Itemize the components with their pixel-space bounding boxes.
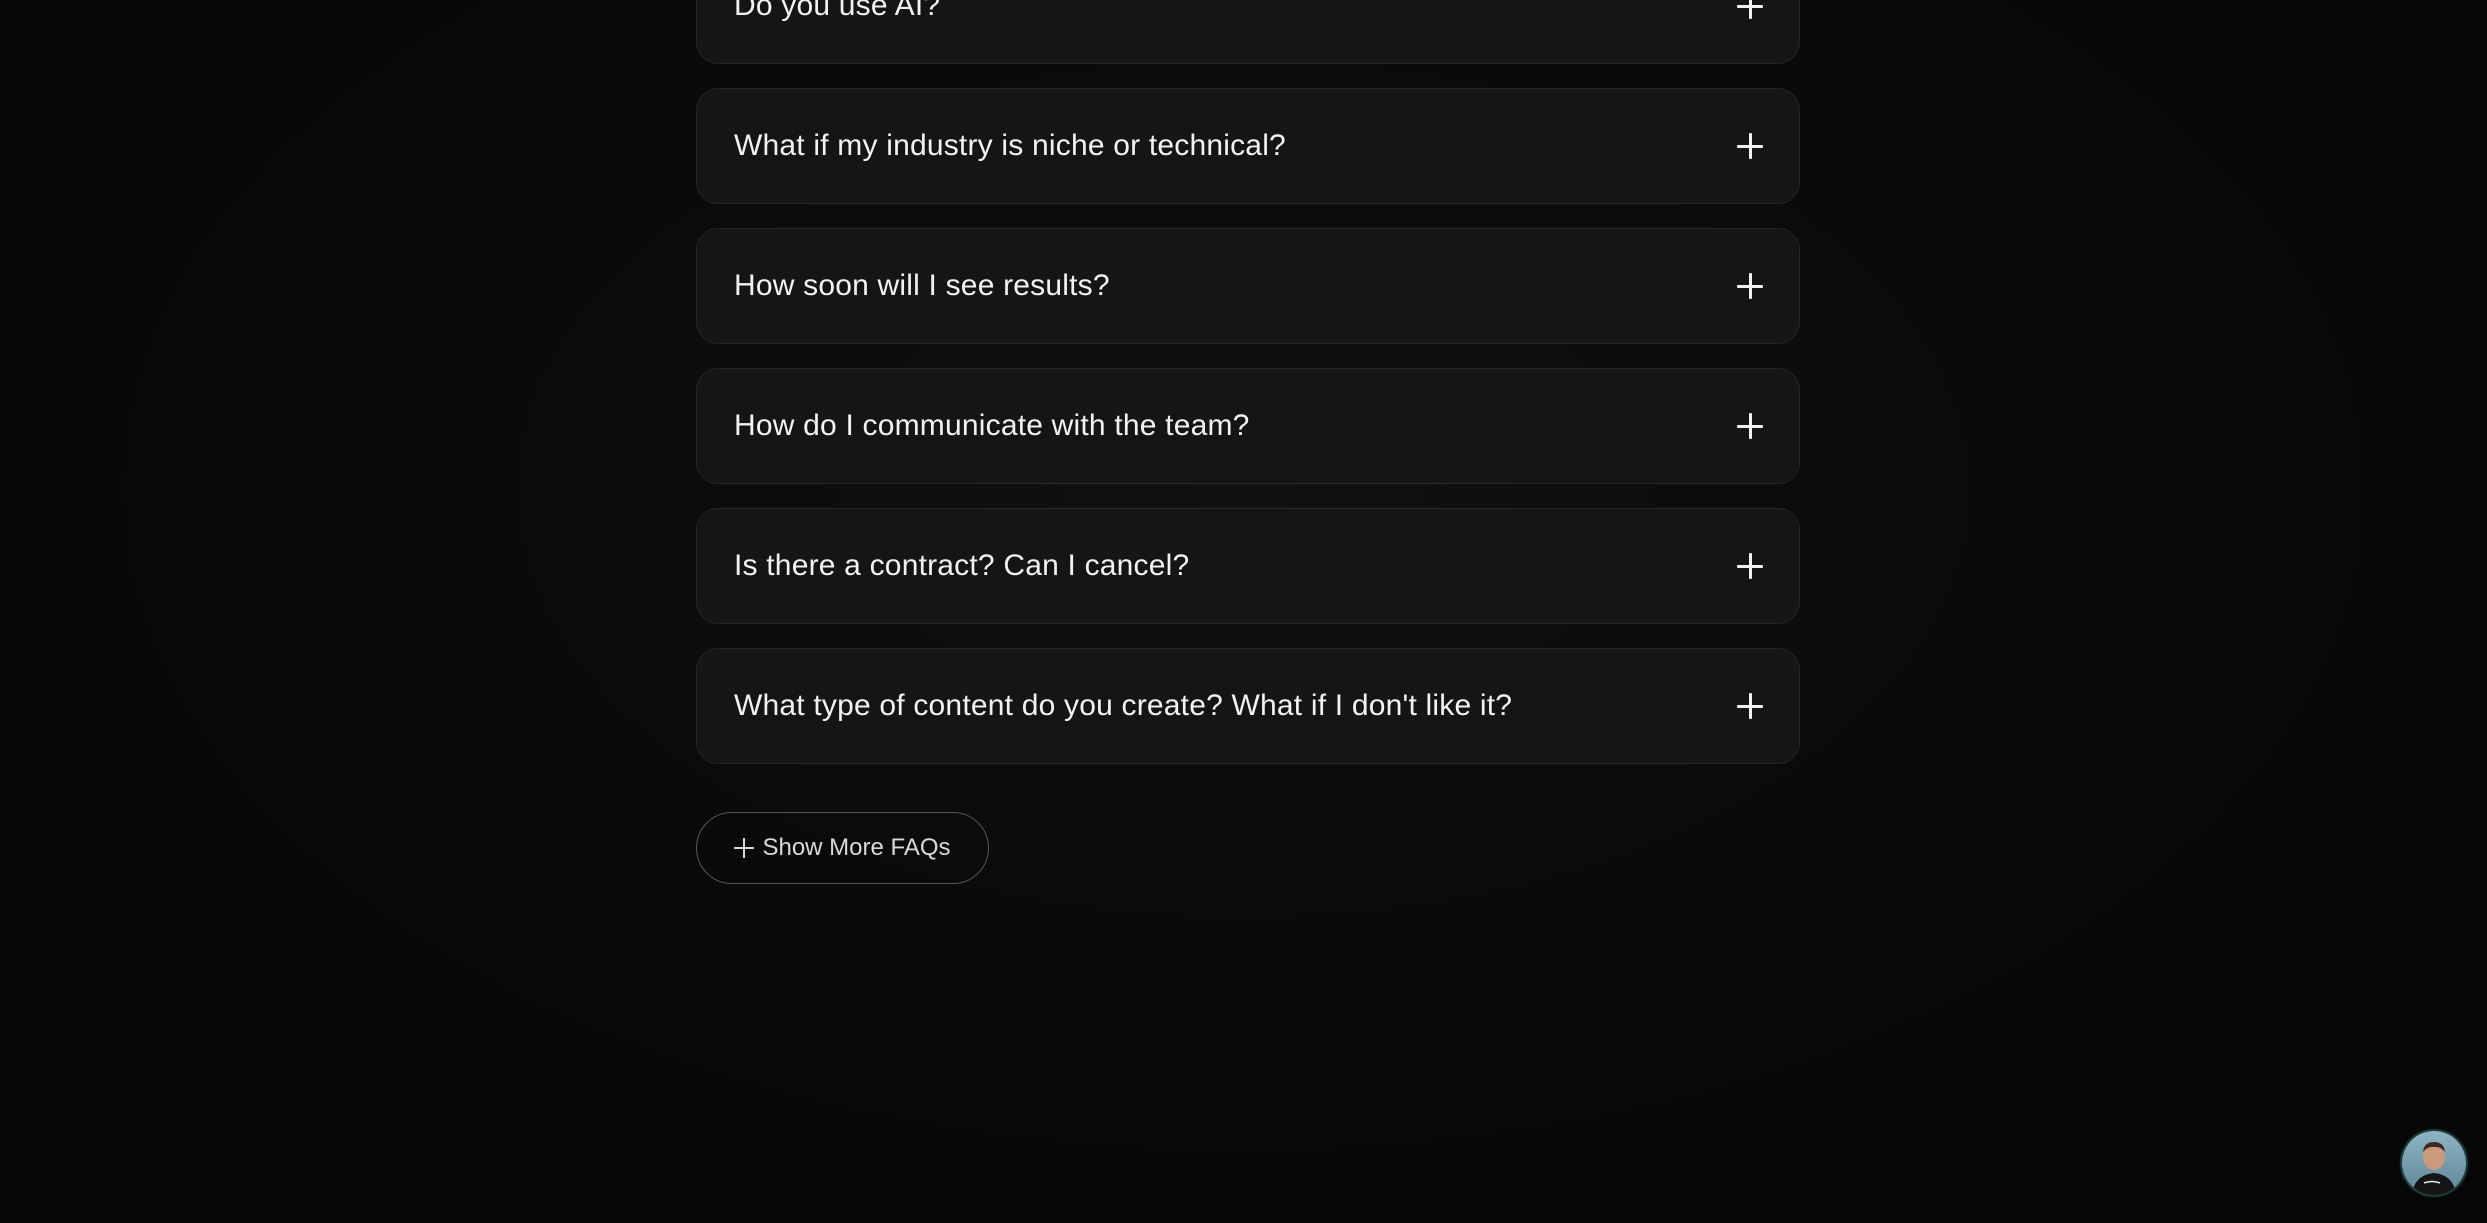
plus-icon[interactable] — [1737, 273, 1763, 299]
faq-question: How soon will I see results? — [734, 269, 1110, 302]
show-more-label: Show More FAQs — [762, 834, 951, 861]
faq-item-ai[interactable]: Do you use AI? — [696, 0, 1800, 64]
faq-item-results[interactable]: How soon will I see results? — [696, 228, 1800, 344]
plus-icon[interactable] — [1737, 553, 1763, 579]
plus-icon[interactable] — [1737, 0, 1763, 19]
faq-list: Do you use AI? What if my industry is ni… — [696, 0, 1800, 788]
faq-item-content-type[interactable]: What type of content do you create? What… — [696, 648, 1800, 764]
page: Do you use AI? What if my industry is ni… — [0, 0, 2487, 1223]
person-avatar-icon — [2402, 1131, 2466, 1195]
faq-question: How do I communicate with the team? — [734, 409, 1250, 442]
plus-icon[interactable] — [1737, 133, 1763, 159]
chat-avatar-button[interactable] — [2400, 1129, 2468, 1197]
plus-icon[interactable] — [1737, 413, 1763, 439]
faq-item-contract[interactable]: Is there a contract? Can I cancel? — [696, 508, 1800, 624]
faq-question: What type of content do you create? What… — [734, 689, 1513, 722]
plus-icon[interactable] — [1737, 693, 1763, 719]
show-more-faqs-button[interactable]: Show More FAQs — [696, 812, 989, 884]
faq-item-niche-industry[interactable]: What if my industry is niche or technica… — [696, 88, 1800, 204]
faq-question: What if my industry is niche or technica… — [734, 129, 1286, 162]
faq-item-communicate[interactable]: How do I communicate with the team? — [696, 368, 1800, 484]
faq-question: Is there a contract? Can I cancel? — [734, 549, 1190, 582]
faq-question: Do you use AI? — [734, 0, 941, 22]
plus-icon — [734, 838, 755, 858]
